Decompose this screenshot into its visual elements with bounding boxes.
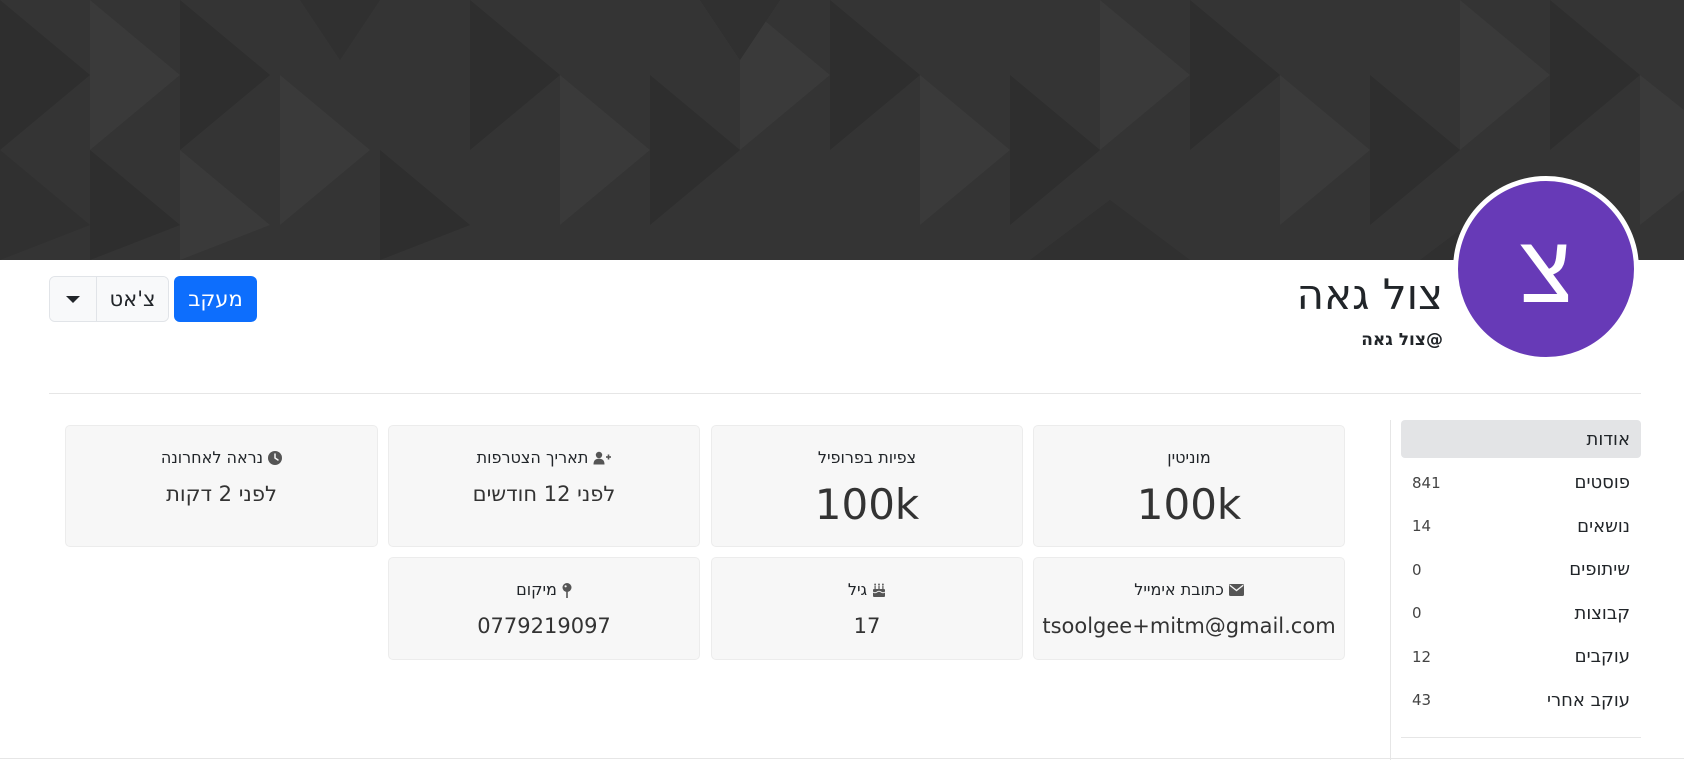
stat-card-profile-views: צפיות בפרופיל 100k — [711, 425, 1023, 547]
avatar-letter: צ — [1519, 213, 1573, 325]
stat-label: תאריך הצטרפות — [389, 450, 699, 466]
sidebar-item-label: עוקבים — [1574, 646, 1630, 667]
clock-icon — [268, 451, 283, 465]
chat-button[interactable]: צ'אט — [96, 277, 168, 321]
stat-card-joined: תאריך הצטרפות לפני 12 חודשים — [388, 425, 700, 547]
sidebar-item-count: 0 — [1412, 560, 1422, 579]
stat-label-text: מיקום — [516, 580, 557, 599]
sidebar-item-count: 12 — [1412, 647, 1432, 666]
stat-card-email: כתובת אימייל tsoolgee+mitm@gmail.com — [1033, 557, 1345, 660]
map-pin-icon — [562, 582, 572, 598]
stat-value-email: tsoolgee+mitm@gmail.com — [1042, 614, 1336, 638]
stat-card-age: גיל 17 — [711, 557, 1023, 660]
sidebar-item-count: 841 — [1412, 473, 1441, 492]
stat-value-reputation: 100k — [1136, 480, 1242, 529]
stat-label-text: תאריך הצטרפות — [476, 448, 589, 467]
sidebar-item-count: 14 — [1412, 517, 1432, 535]
sidebar-item-about[interactable]: אודות — [1401, 420, 1641, 458]
sidebar-item-label: עוקב אחרי — [1546, 689, 1630, 711]
sidebar-item-label: קבוצות — [1574, 602, 1631, 624]
sidebar-item-posts[interactable]: פוסטים 841 — [1401, 464, 1641, 502]
stat-value-age: 17 — [853, 614, 881, 638]
cover-pattern — [0, 0, 1684, 260]
stat-label: גיל — [712, 582, 1022, 598]
sidebar-item-label: שיתופים — [1569, 559, 1630, 580]
sidebar-item-shares[interactable]: שיתופים 0 — [1401, 551, 1641, 589]
sidebar-item-label: פוסטים — [1574, 472, 1630, 493]
stat-label-text: מוניטין — [1167, 448, 1211, 467]
stat-label-text: גיל — [847, 580, 868, 599]
stat-label-text: כתובת אימייל — [1134, 580, 1224, 599]
cover-banner — [0, 0, 1684, 260]
profile-sidebar: אודות פוסטים 841 נושאים 14 שיתופים 0 קבו… — [1390, 420, 1641, 760]
follow-button[interactable]: מעקב — [174, 276, 257, 322]
sidebar-divider — [1401, 737, 1641, 738]
sidebar-item-label: אודות — [1586, 428, 1631, 450]
envelope-icon — [1228, 584, 1244, 596]
user-plus-icon — [593, 451, 612, 465]
birthday-cake-icon — [872, 583, 886, 597]
header-divider — [49, 393, 1641, 394]
sidebar-item-label: נושאים — [1577, 515, 1630, 537]
stat-label: צפיות בפרופיל — [712, 450, 1022, 466]
sidebar-item-count: 0 — [1412, 604, 1422, 622]
profile-username: @צול גאה — [1361, 330, 1443, 350]
chat-button-group: צ'אט — [49, 276, 169, 322]
page-bottom-divider — [0, 758, 1684, 759]
stat-value-location: 0779219097 — [477, 614, 611, 638]
stat-value-joined: לפני 12 חודשים — [472, 482, 616, 506]
stat-value-last-seen: לפני 2 דקות — [166, 482, 277, 506]
stat-label: מיקום — [389, 582, 699, 598]
stat-card-location: מיקום 0779219097 — [388, 557, 700, 660]
avatar[interactable]: צ — [1453, 176, 1639, 362]
stat-label: מוניטין — [1034, 450, 1344, 466]
stat-label: נראה לאחרונה — [66, 450, 377, 466]
caret-down-icon — [66, 295, 80, 303]
chat-options-dropdown-button[interactable] — [50, 277, 96, 321]
sidebar-item-groups[interactable]: קבוצות 0 — [1401, 594, 1641, 632]
sidebar-item-following[interactable]: עוקב אחרי 43 — [1401, 681, 1641, 719]
sidebar-item-topics[interactable]: נושאים 14 — [1401, 507, 1641, 545]
stat-card-reputation: מוניטין 100k — [1033, 425, 1345, 547]
sidebar-item-followers[interactable]: עוקבים 12 — [1401, 638, 1641, 676]
sidebar-item-count: 43 — [1412, 691, 1432, 709]
stat-label: כתובת אימייל — [1034, 582, 1344, 598]
stat-card-last-seen: נראה לאחרונה לפני 2 דקות — [65, 425, 378, 547]
stat-label-text: צפיות בפרופיל — [817, 448, 917, 467]
stat-label-text: נראה לאחרונה — [160, 448, 264, 467]
profile-fullname: צול גאה — [1296, 270, 1443, 319]
stat-value-profile-views: 100k — [814, 480, 920, 529]
